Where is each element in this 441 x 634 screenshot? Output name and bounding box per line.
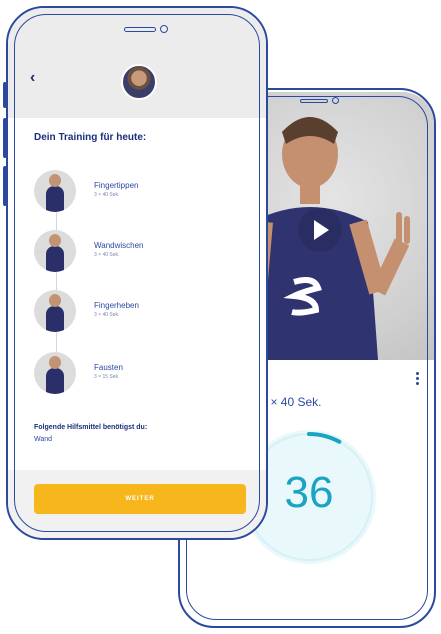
exercise-thumbnail xyxy=(34,352,76,394)
screen-header: ‹ xyxy=(8,8,266,118)
play-button[interactable] xyxy=(298,208,342,252)
exercise-thumbnail xyxy=(34,230,76,272)
exercise-thumbnail xyxy=(34,170,76,212)
exercise-detail: 3 × 40 Sek. xyxy=(94,252,120,258)
exercise-item-wandwischen[interactable]: Wandwischen 3 × 40 Sek. xyxy=(34,230,244,276)
requirements-value: Wand xyxy=(34,436,53,443)
section-title: Dein Training für heute: xyxy=(34,132,147,143)
back-chevron-icon[interactable]: ‹ xyxy=(30,70,44,86)
training-phone: ‹ Dein Training für heute: Fingertippen … xyxy=(6,6,268,540)
exercise-item-fausten[interactable]: Fausten 3 × 15 Sek. xyxy=(34,352,244,398)
exercise-detail: 3 × 40 Sek. xyxy=(94,192,120,198)
exercise-item-fingertippen[interactable]: Fingertippen 3 × 40 Sek. xyxy=(34,170,244,216)
exercise-thumbnail xyxy=(34,290,76,332)
continue-button[interactable]: WEITER xyxy=(34,484,246,514)
exercise-name: Wandwischen xyxy=(94,241,144,250)
exercise-name: Fingerheben xyxy=(94,301,139,310)
exercise-detail: 3 × 15 Sek. xyxy=(94,374,120,380)
exercise-name: Fausten xyxy=(94,363,123,372)
requirements-title: Folgende Hilfsmittel benötigst du: xyxy=(34,424,148,431)
exercise-detail: 3 × 40 Sek. xyxy=(94,312,120,318)
more-vertical-icon[interactable] xyxy=(416,372,420,387)
exercise-name: Fingertippen xyxy=(94,181,139,190)
exercise-item-fingerheben[interactable]: Fingerheben 3 × 40 Sek. xyxy=(34,290,244,336)
speaker-notch xyxy=(124,24,168,36)
avatar xyxy=(121,64,157,100)
speaker-notch xyxy=(300,96,340,106)
play-icon xyxy=(314,220,329,240)
